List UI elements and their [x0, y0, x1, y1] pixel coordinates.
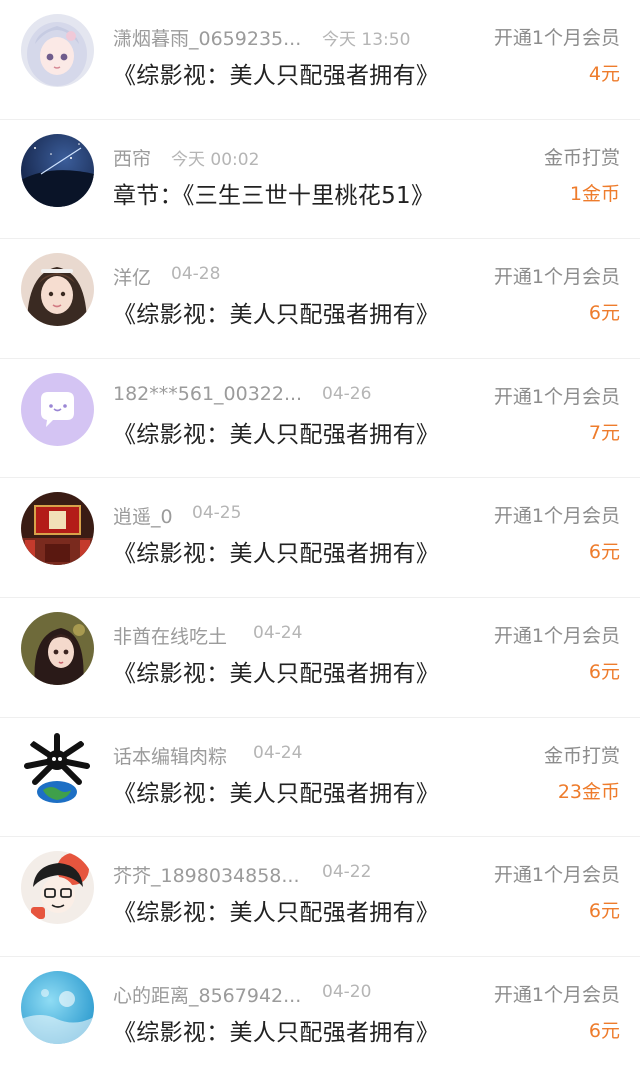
- reward-amount: 6元: [588, 541, 620, 564]
- timestamp: 04-20: [322, 981, 372, 1002]
- reward-amount: 23金币: [557, 780, 620, 803]
- user-name: 西帘: [113, 147, 152, 170]
- reward-type: 开通1个月会员: [493, 505, 620, 528]
- reward-type: 开通1个月会员: [493, 624, 620, 647]
- user-name: 心的距离_8567942...: [113, 984, 302, 1007]
- book-title: 《综影视：美人只配强者拥有》: [113, 900, 440, 927]
- list-item[interactable]: 182***561_00322... 04-26 《综影视：美人只配强者拥有》 …: [0, 359, 640, 479]
- book-title: 《综影视：美人只配强者拥有》: [113, 541, 440, 568]
- water-drop-avatar-icon[interactable]: [21, 970, 94, 1044]
- reward-amount: 7元: [588, 421, 620, 444]
- reward-type: 开通1个月会员: [493, 983, 620, 1006]
- reward-amount: 1金币: [569, 182, 620, 205]
- reward-type: 开通1个月会员: [493, 27, 620, 49]
- timestamp: 今天 00:02: [171, 149, 260, 170]
- user-name: 非酋在线吃土: [113, 625, 228, 648]
- list-item[interactable]: 心的距离_8567942... 04-20 《综影视：美人只配强者拥有》 开通1…: [0, 957, 640, 1077]
- user-name: 潇烟暮雨_0659235...: [113, 28, 302, 50]
- timestamp: 04-24: [253, 742, 303, 763]
- reward-type: 金币打赏: [543, 146, 620, 169]
- list-item[interactable]: 西帘 今天 00:02 章节：《三生三世十里桃花51》 金币打赏 1金币: [0, 120, 640, 240]
- reward-amount: 6元: [588, 302, 620, 325]
- timestamp: 04-28: [171, 264, 221, 285]
- user-name: 182***561_00322...: [113, 382, 303, 405]
- user-name: 芥芥_1898034858...: [113, 865, 300, 888]
- reward-type: 开通1个月会员: [493, 266, 620, 289]
- book-title: 《综影视：美人只配强者拥有》: [113, 63, 440, 89]
- timestamp: 04-26: [322, 383, 372, 404]
- timestamp: 04-24: [253, 622, 303, 643]
- book-title: 《综影视：美人只配强者拥有》: [113, 780, 440, 807]
- reward-type: 开通1个月会员: [493, 385, 620, 408]
- reward-amount: 4元: [588, 63, 620, 85]
- temple-sign-avatar-icon[interactable]: [21, 492, 94, 566]
- list-item[interactable]: 非酋在线吃土 04-24 《综影视：美人只配强者拥有》 开通1个月会员 6元: [0, 598, 640, 718]
- user-name: 话本编辑肉粽: [113, 745, 228, 768]
- reward-record-list: 潇烟暮雨_0659235... 今天 13:50 《综影视：美人只配强者拥有》 …: [0, 0, 640, 1076]
- reward-type: 开通1个月会员: [493, 864, 620, 887]
- default-chat-avatar-icon[interactable]: [21, 372, 94, 446]
- timestamp: 04-25: [192, 503, 242, 524]
- list-item[interactable]: 潇烟暮雨_0659235... 今天 13:50 《综影视：美人只配强者拥有》 …: [0, 0, 640, 120]
- reward-type: 金币打赏: [543, 744, 620, 767]
- user-name: 洋亿: [113, 267, 152, 290]
- list-item[interactable]: 逍遥_0 04-25 《综影视：美人只配强者拥有》 开通1个月会员 6元: [0, 478, 640, 598]
- book-title: 《综影视：美人只配强者拥有》: [113, 302, 440, 329]
- reward-amount: 6元: [588, 660, 620, 683]
- anime-girl-avatar-icon[interactable]: [21, 14, 94, 87]
- list-item[interactable]: 洋亿 04-28 《综影视：美人只配强者拥有》 开通1个月会员 6元: [0, 239, 640, 359]
- book-title: 《综影视：美人只配强者拥有》: [113, 421, 440, 448]
- user-name: 逍遥_0: [113, 506, 173, 529]
- skull-earth-avatar-icon[interactable]: [21, 731, 94, 805]
- reward-amount: 6元: [588, 1019, 620, 1042]
- book-title: 《综影视：美人只配强者拥有》: [113, 1019, 440, 1046]
- cartoon-boy-avatar-icon[interactable]: [21, 851, 94, 925]
- chapter-title: 章节：《三生三世十里桃花51》: [113, 182, 435, 209]
- timestamp: 今天 13:50: [322, 30, 411, 50]
- night-sky-avatar-icon[interactable]: [21, 133, 94, 207]
- girl-photo-avatar-icon[interactable]: [21, 253, 94, 327]
- doll-avatar-icon[interactable]: [21, 611, 94, 685]
- list-item[interactable]: 话本编辑肉粽 04-24 《综影视：美人只配强者拥有》 金币打赏 23金币: [0, 718, 640, 838]
- list-item[interactable]: 芥芥_1898034858... 04-22 《综影视：美人只配强者拥有》 开通…: [0, 837, 640, 957]
- book-title: 《综影视：美人只配强者拥有》: [113, 660, 440, 687]
- reward-amount: 6元: [588, 900, 620, 923]
- timestamp: 04-22: [322, 862, 372, 883]
